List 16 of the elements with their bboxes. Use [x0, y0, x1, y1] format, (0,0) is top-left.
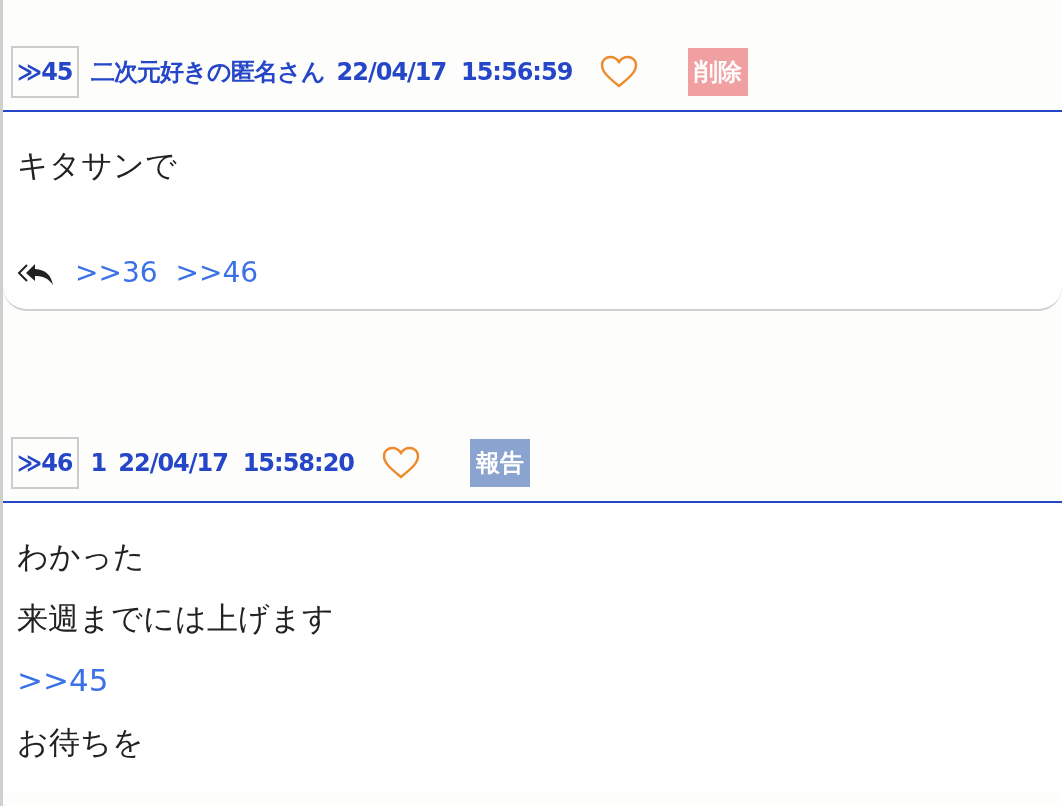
- heart-icon[interactable]: [382, 446, 421, 480]
- post-text: お待ちを: [17, 723, 145, 762]
- post-text: 来週までには上げます: [17, 599, 335, 638]
- reply-link[interactable]: >>36: [75, 256, 158, 289]
- anchor-link[interactable]: >>45: [17, 649, 1048, 711]
- post-date: 22/04/17 15:56:59: [336, 58, 573, 86]
- post-date: 22/04/17 15:58:20: [118, 449, 355, 477]
- reply-link[interactable]: >>46: [175, 256, 259, 289]
- post-number[interactable]: ≫45: [11, 46, 79, 98]
- post-number[interactable]: ≫46: [11, 437, 79, 489]
- poster-name: 二次元好きの匿名さん: [90, 57, 325, 88]
- post-text: キタサンで: [17, 146, 178, 185]
- heart-icon[interactable]: [600, 55, 639, 89]
- poster-name: 1: [90, 449, 107, 477]
- post-text: わかった: [17, 537, 146, 576]
- report-button[interactable]: 報告: [470, 439, 531, 487]
